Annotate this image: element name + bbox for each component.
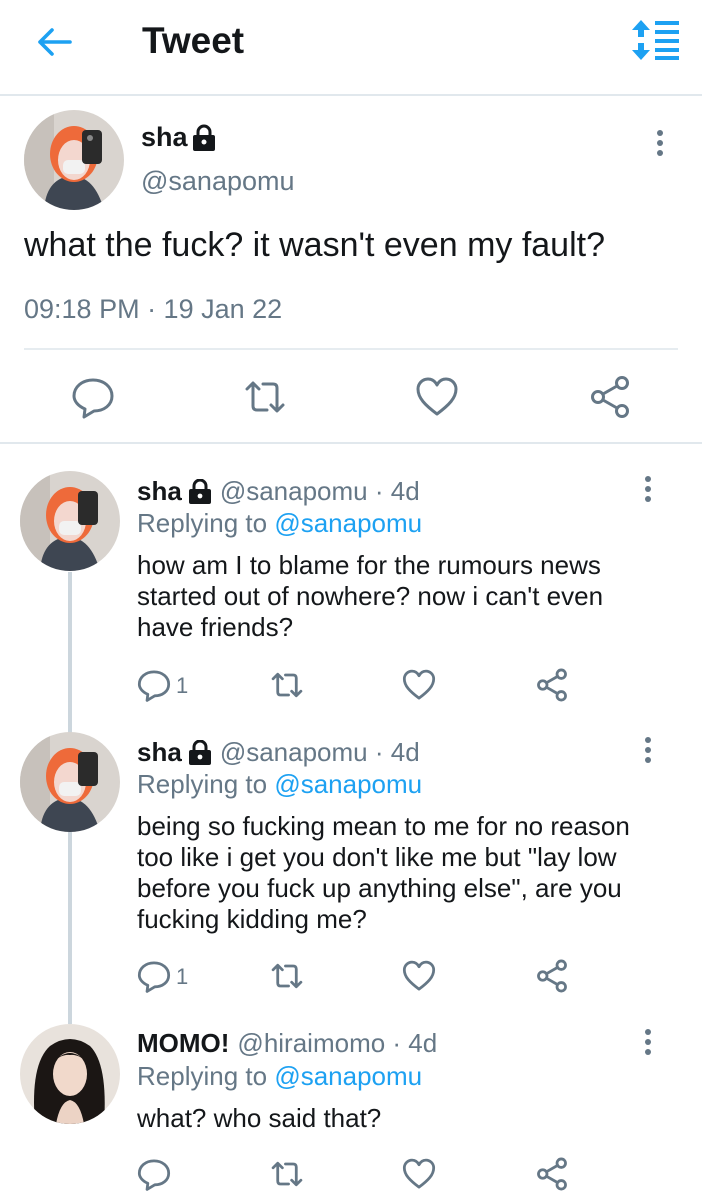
divider [24, 348, 678, 350]
replying-to: Replying to @sanapomu [137, 1061, 422, 1092]
author-name[interactable]: sha [137, 476, 182, 507]
like-icon[interactable] [402, 1157, 436, 1191]
author-handle[interactable]: @sanapomu · 4d [220, 737, 420, 768]
author-name[interactable]: MOMO! [137, 1028, 229, 1059]
retweet-icon[interactable] [270, 1157, 304, 1191]
author-handle[interactable]: @hiraimomo · 4d [237, 1028, 437, 1059]
reply-icon[interactable] [137, 668, 171, 702]
reply-count: 1 [176, 964, 189, 989]
tweet-timestamp: 09:18 PM · 19 Jan 22 [24, 294, 283, 324]
share-icon[interactable] [535, 1157, 569, 1191]
author-handle[interactable]: @sanapomu · 4d [220, 476, 420, 507]
divider [0, 442, 702, 444]
replying-to-label: Replying to [137, 1061, 268, 1091]
replying-to-label: Replying to [137, 508, 268, 538]
author-handle[interactable]: @sanapomu [141, 166, 295, 197]
tweet-text: what the fuck? it wasn't even my fault? [24, 226, 606, 264]
more-options-icon[interactable] [638, 735, 658, 767]
avatar[interactable] [20, 732, 120, 832]
replying-to: Replying to @sanapomu [137, 508, 422, 539]
top-app-bar: Tweet [0, 0, 702, 96]
like-icon[interactable] [402, 959, 436, 993]
reply-text: how am I to blame for the rumours news s… [137, 550, 604, 642]
reply-icon[interactable] [137, 1157, 171, 1191]
lock-icon [188, 478, 211, 504]
replying-to-label: Replying to [137, 769, 268, 799]
reply-header: MOMO! @hiraimomo · 4d [137, 1028, 437, 1059]
share-icon[interactable] [535, 959, 569, 993]
lock-icon [193, 124, 215, 151]
retweet-icon[interactable] [243, 375, 287, 419]
mention-link[interactable]: @sanapomu [274, 1061, 422, 1091]
avatar[interactable] [20, 471, 120, 571]
avatar[interactable] [20, 1024, 120, 1124]
replying-to: Replying to @sanapomu [137, 769, 422, 800]
like-icon[interactable] [415, 375, 459, 419]
more-options-icon[interactable] [638, 1027, 658, 1059]
mention-link[interactable]: @sanapomu [274, 508, 422, 538]
reply-header: sha @sanapomu · 4d [137, 476, 420, 507]
retweet-icon[interactable] [270, 959, 304, 993]
tweet-page: Tweet sha @sanapomu what the fuck? it wa… [0, 0, 702, 1200]
reply-icon[interactable] [71, 375, 115, 419]
page-title: Tweet [142, 20, 245, 61]
more-options-icon[interactable] [638, 474, 658, 506]
reply-count: 1 [176, 673, 189, 698]
author-name[interactable]: sha [141, 122, 188, 153]
arrow-left-icon[interactable] [34, 22, 74, 62]
reply-text: being so fucking mean to me for no reaso… [137, 811, 630, 934]
mention-link[interactable]: @sanapomu [274, 769, 422, 799]
author-name[interactable]: sha [137, 737, 182, 768]
reply-text: what? who said that? [137, 1103, 382, 1133]
share-icon[interactable] [535, 668, 569, 702]
like-icon[interactable] [402, 668, 436, 702]
reply-icon[interactable] [137, 959, 171, 993]
sort-icon[interactable] [630, 20, 682, 60]
avatar[interactable] [24, 110, 124, 210]
reply-header: sha @sanapomu · 4d [137, 737, 420, 768]
share-icon[interactable] [588, 375, 632, 419]
lock-icon [188, 739, 211, 765]
more-options-icon[interactable] [650, 128, 670, 160]
retweet-icon[interactable] [270, 668, 304, 702]
